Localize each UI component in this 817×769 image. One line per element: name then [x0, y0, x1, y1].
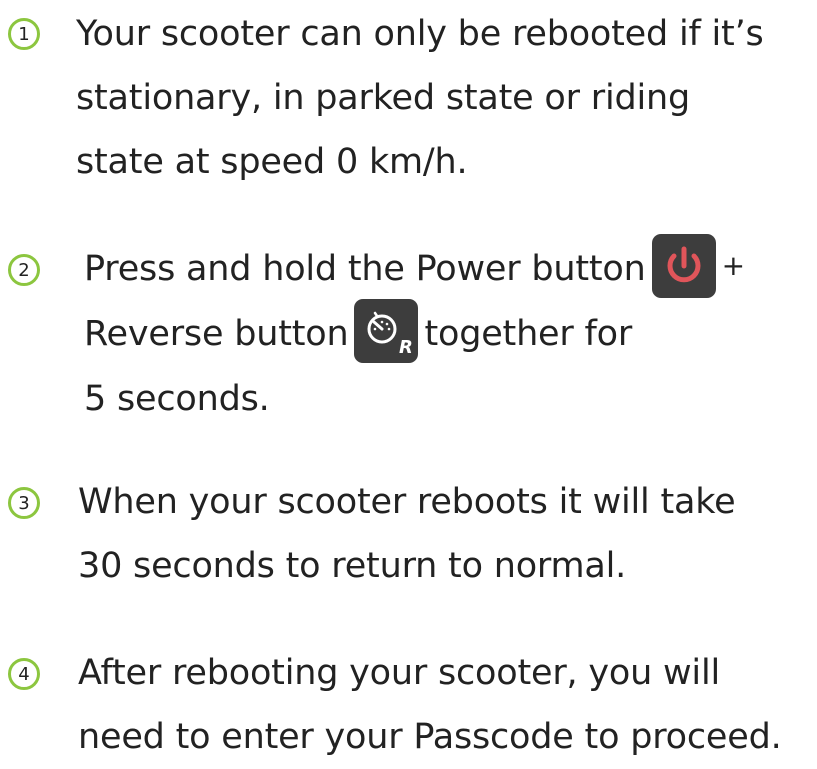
step-1-line-2: stationary, in parked state or riding: [76, 78, 691, 118]
speedometer-reverse-icon: R: [367, 311, 413, 358]
step-2-text: Press and hold the Power button + Revers…: [84, 234, 745, 431]
step-3-number: 3: [18, 492, 30, 514]
plus-sign: +: [721, 249, 745, 282]
step-1-badge: 1: [8, 18, 40, 50]
step-1-line-3: state at speed 0 km/h.: [76, 142, 468, 182]
step-2-line-1: Press and hold the Power button +: [84, 234, 745, 302]
step-4-line-2: need to enter your Passcode to proceed.: [78, 717, 782, 757]
step-2-number: 2: [18, 259, 30, 281]
step-4-number: 4: [18, 663, 30, 685]
step-4-badge: 4: [8, 658, 40, 690]
step-1-number: 1: [18, 23, 30, 45]
power-icon: [667, 246, 701, 283]
step-4-text: After rebooting your scooter, you will n…: [78, 641, 782, 769]
reverse-letter: R: [399, 337, 413, 358]
step-1-text: Your scooter can only be rebooted if it’…: [76, 2, 764, 194]
step-1-line-1: Your scooter can only be rebooted if it’…: [76, 14, 764, 54]
power-button-graphic: [651, 234, 716, 298]
step-2-line-2: Reverse button R together for: [84, 299, 745, 367]
step-2-line-2-text-after: together for: [424, 314, 633, 354]
step-2-line-1-text: Press and hold the Power button: [84, 249, 646, 289]
step-3-line-2: 30 seconds to return to normal.: [78, 546, 627, 586]
step-2-line-3: 5 seconds.: [84, 379, 270, 419]
step-4-line-1: After rebooting your scooter, you will: [78, 653, 721, 693]
step-3-line-1: When your scooter reboots it will take: [78, 482, 736, 522]
step-2-badge: 2: [8, 254, 40, 286]
step-3-badge: 3: [8, 487, 40, 519]
step-3-text: When your scooter reboots it will take 3…: [78, 470, 736, 598]
step-2-line-2-text-before: Reverse button: [84, 314, 349, 354]
reverse-button-graphic: R: [354, 299, 419, 363]
